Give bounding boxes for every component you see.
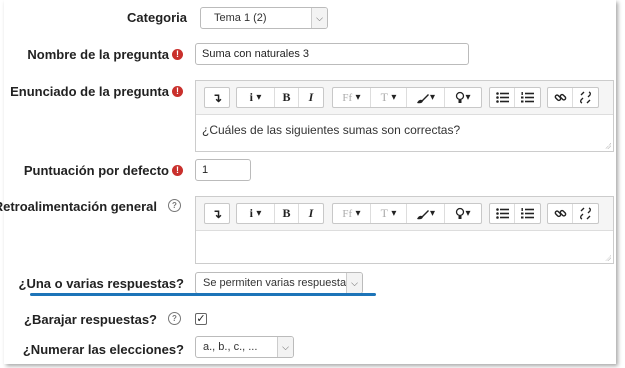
required-icon: ! [172,165,183,176]
info-dropdown-button[interactable]: i ▾ [237,204,275,223]
question-name-label: Nombre de la pregunta [27,47,169,62]
numbering-value: a., b., c., ... [203,341,258,353]
question-name-value: Suma con naturales 3 [202,48,310,60]
chevron-down-icon: ⌵ [277,337,293,357]
lightbulb-icon [456,207,465,219]
category-value: Tema 1 (2) [214,12,267,24]
link-button[interactable] [548,204,573,223]
toolbar-group-expand: ↴ [204,87,230,108]
caret-icon: ▾ [355,92,361,103]
required-icon: ! [172,49,183,60]
single-answer-select[interactable]: Se permiten varias respuestas ⌵ [195,272,363,294]
highlight-button[interactable]: ▾ [445,88,481,107]
bullet-list-icon [495,92,509,103]
ordered-list-button[interactable] [515,88,540,107]
editor-toolbar: ↴ i ▾ B I Ff ▾ T ▾ ▾ ▾ [196,81,613,115]
unlink-button[interactable] [573,88,598,107]
question-text-label: Enunciado de la pregunta [10,84,169,99]
caret-icon: ▾ [256,92,262,103]
help-icon[interactable]: ? [168,312,181,325]
category-label: Categoria [127,10,187,25]
lightbulb-icon [456,91,465,103]
text-size-icon: T [380,90,388,104]
chevron-down-icon: ⌵ [311,8,327,28]
text-color-button[interactable]: ▾ [407,88,445,107]
toolbar-group-lists [489,203,541,224]
expand-toolbar-button[interactable]: ↴ [205,204,229,223]
font-size-button[interactable]: T ▾ [371,88,407,107]
question-name-input[interactable]: Suma con naturales 3 [195,43,469,65]
toolbar-group-lists [489,87,541,108]
unlink-icon [580,207,591,220]
numbered-list-icon [521,208,534,219]
single-answer-label: ¿Una o varias respuestas? [18,276,184,291]
font-size-button[interactable]: T ▾ [371,204,407,223]
highlight-button[interactable]: ▾ [445,204,481,223]
general-feedback-label: Retroalimentación general [0,199,157,214]
font-family-button[interactable]: Ff ▾ [333,204,371,223]
chevron-down-icon: ⌵ [346,273,362,293]
caret-icon: ▾ [465,208,471,219]
caret-icon: ▾ [355,208,361,219]
numbering-label: ¿Numerar las elecciones? [22,342,184,357]
numbered-list-icon [521,92,534,103]
unlink-button[interactable] [573,204,598,223]
font-icon: Ff [342,207,353,220]
resize-grip-icon[interactable] [605,255,611,261]
numbering-select[interactable]: a., b., c., ... ⌵ [195,336,294,358]
ordered-list-button[interactable] [515,204,540,223]
brush-icon [416,93,429,103]
font-family-button[interactable]: Ff ▾ [333,88,371,107]
text-color-button[interactable]: ▾ [407,204,445,223]
unordered-list-button[interactable] [490,88,515,107]
general-feedback-editor[interactable]: ↴ i ▾ B I Ff ▾ T ▾ ▾ ▾ [195,196,614,264]
caret-icon: ▾ [465,92,471,103]
expand-toolbar-button[interactable]: ↴ [205,88,229,107]
link-button[interactable] [548,88,573,107]
unlink-icon [580,91,591,104]
default-mark-value: 1 [202,164,209,176]
single-answer-value: Se permiten varias respuestas [203,277,352,289]
brush-icon [416,209,429,219]
caret-icon: ▾ [429,92,436,103]
editor-toolbar: ↴ i ▾ B I Ff ▾ T ▾ ▾ ▾ [196,197,613,231]
toolbar-group-text: i ▾ B I [236,87,324,108]
italic-button[interactable]: I [299,88,323,107]
info-icon: i [249,90,253,104]
toolbar-group-links [547,203,599,224]
caret-icon: ▾ [391,208,397,219]
bold-button[interactable]: B [275,88,299,107]
question-text-editor[interactable]: ↴ i ▾ B I Ff ▾ T ▾ ▾ ▾ ¿Cuáles de las si… [195,80,614,152]
bullet-list-icon [495,208,509,219]
font-icon: Ff [342,91,353,104]
info-icon: i [249,206,253,220]
help-icon[interactable]: ? [168,199,181,212]
toolbar-group-style: Ff ▾ T ▾ ▾ ▾ [332,203,482,224]
shuffle-checkbox[interactable]: ✓ [195,313,207,325]
bold-button[interactable]: B [275,204,299,223]
text-size-icon: T [380,206,388,220]
unordered-list-button[interactable] [490,204,515,223]
resize-grip-icon[interactable] [605,143,611,149]
shuffle-label: ¿Barajar respuestas? [24,312,157,327]
default-mark-input[interactable]: 1 [195,159,251,181]
caret-icon: ▾ [391,92,397,103]
default-mark-label: Puntuación por defecto [23,163,169,178]
info-dropdown-button[interactable]: i ▾ [237,88,275,107]
check-icon: ✓ [196,313,206,325]
question-text-content: ¿Cuáles de las siguientes sumas son corr… [202,123,461,137]
required-icon: ! [172,86,183,97]
toolbar-group-links [547,87,599,108]
link-icon [554,93,566,102]
highlight-underline [30,293,376,296]
toolbar-group-expand: ↴ [204,203,230,224]
form-panel: Categoria Tema 1 (2) ⌵ Nombre de la preg… [0,0,616,364]
link-icon [554,209,566,218]
toolbar-group-text: i ▾ B I [236,203,324,224]
caret-icon: ▾ [429,208,436,219]
caret-icon: ▾ [256,208,262,219]
italic-button[interactable]: I [299,204,323,223]
category-select[interactable]: Tema 1 (2) ⌵ [200,7,328,29]
toolbar-group-style: Ff ▾ T ▾ ▾ ▾ [332,87,482,108]
